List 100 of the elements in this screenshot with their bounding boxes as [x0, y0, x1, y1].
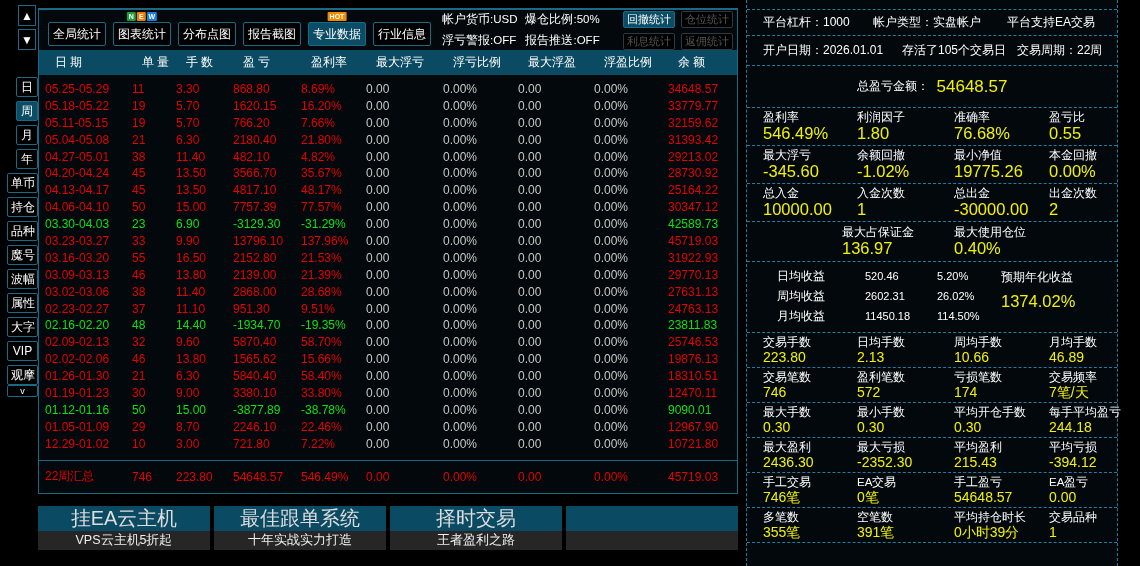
table-cell-text: 04.06-04.10	[45, 199, 111, 217]
side-button[interactable]: 日	[16, 77, 38, 97]
scroll-button[interactable]: ▲	[18, 5, 36, 26]
side-button[interactable]: 魔号	[7, 245, 38, 265]
stat-value: 174	[954, 384, 979, 400]
table-cell-text: 50	[132, 401, 147, 419]
table-cell-text: 19876.13	[668, 351, 720, 369]
table-cell-text: 01.19-01.23	[45, 385, 111, 402]
table-cell-text: 0.00	[518, 114, 543, 132]
table-cell-text: 48.17%	[301, 182, 343, 200]
table-cell-text: 24763.13	[668, 300, 720, 318]
side-button[interactable]: 年	[16, 149, 38, 169]
side-button[interactable]: 大字	[7, 317, 38, 337]
table-cell-text: 33.80%	[301, 385, 343, 402]
table-cell-text: 35.67%	[301, 165, 343, 183]
table-cell-text: 9.60	[176, 334, 201, 352]
table-cell-text: 55	[132, 249, 147, 267]
stat-label: 手工交易	[763, 475, 812, 489]
side-button[interactable]: 月	[16, 125, 38, 145]
table-cell-text: 0.00%	[594, 97, 630, 115]
ad-title[interactable]: 最佳跟单系统	[214, 505, 386, 531]
column-header: 浮亏比例	[452, 54, 502, 71]
table-cell-text: 38	[132, 148, 147, 166]
table-cell-text: 0.00	[366, 266, 391, 284]
table-cell-text: 03.02-03.06	[45, 283, 111, 301]
side-button[interactable]: 单币	[7, 173, 38, 193]
account-info: 交易周期：22周	[1017, 42, 1104, 59]
stat-label: 盈亏比	[1049, 110, 1086, 124]
side-button[interactable]: VIP	[7, 341, 38, 361]
table-cell-text: 0.00%	[594, 216, 630, 234]
table-cell-text: 0.00%	[594, 401, 630, 419]
table-cell-text: 0.00%	[443, 165, 479, 183]
side-button[interactable]: v	[7, 385, 38, 397]
stat-value: 19775.26	[954, 162, 1024, 181]
stat-label: 多笔数	[763, 510, 800, 524]
stat-label: 空笔数	[857, 510, 894, 524]
table-cell-text: 0.00	[518, 317, 543, 335]
table-cell-text: 868.80	[233, 81, 271, 98]
stat-label: 交易笔数	[763, 370, 812, 384]
stat-value: 76.68%	[954, 124, 1011, 143]
column-header: 盈利率	[310, 54, 348, 71]
stat-value: 10000.00	[763, 200, 833, 219]
table-cell-text: 01.12-01.16	[45, 401, 111, 419]
table-cell-text: 14.40	[176, 317, 208, 335]
toolbar-button[interactable]: 分布点图	[178, 22, 236, 46]
table-cell-text: 3380.10	[233, 385, 278, 402]
info-text: 爆仓比例:50%	[525, 12, 600, 27]
table-cell-text: 21.80%	[301, 131, 343, 149]
toolbar-button[interactable]: 报告截图	[243, 22, 301, 46]
stat-button[interactable]: 回撤统计	[623, 10, 675, 28]
ad-title[interactable]: 挂EA云主机	[38, 505, 210, 531]
table-cell-text: 0.00	[518, 233, 543, 250]
ad-title[interactable]: 择时交易	[390, 505, 562, 531]
table-cell-text: 0.00%	[443, 385, 479, 402]
stat-label: 平均盈利	[954, 440, 1003, 454]
toolbar-button[interactable]: 行业信息	[373, 22, 431, 46]
total-value: 54648.57	[936, 76, 1008, 97]
table-cell-text: 5.70	[176, 114, 201, 132]
column-header: 单 量	[141, 54, 171, 71]
table-cell-text: 0.00	[366, 334, 391, 352]
table-cell-text: 0.00%	[443, 317, 479, 335]
table-cell-text: 04.13-04.17	[45, 182, 111, 200]
stat-value: 391笔	[857, 524, 896, 540]
table-cell-text: 0.00	[518, 435, 543, 453]
table-cell-text: 05.04-05.08	[45, 131, 111, 149]
stat-label: 总出金	[954, 186, 991, 200]
table-cell-text: 6.30	[176, 368, 201, 386]
table-cell-text: 6.30	[176, 131, 201, 149]
side-button[interactable]: 属性	[7, 293, 38, 313]
table-cell-text: 0.00%	[594, 182, 630, 200]
table-cell-text: 5840.40	[233, 368, 278, 386]
table-cell-text: 0.00%	[443, 131, 479, 149]
side-button[interactable]: 周	[16, 101, 38, 121]
table-cell-text: 0.00%	[443, 97, 479, 115]
table-cell-text: 05.11-05.15	[45, 114, 110, 132]
column-header: 最大浮盈	[527, 54, 577, 71]
table-cell-text: 32	[132, 334, 147, 352]
table-cell-text: 19	[132, 97, 147, 115]
stat-value: 546.49%	[763, 124, 830, 143]
stat-label: 最大亏损	[857, 440, 906, 454]
side-button[interactable]: 波幅	[7, 269, 38, 289]
toolbar-button[interactable]: 专业数据	[308, 22, 366, 46]
scroll-button[interactable]: ▼	[18, 29, 36, 50]
table-cell-text: 9.51%	[301, 300, 337, 318]
side-button[interactable]: 品种	[7, 221, 38, 241]
toolbar-button[interactable]: 全局统计	[48, 22, 106, 46]
return-percent: 5.20%	[937, 270, 970, 282]
table-cell-text: 13796.10	[233, 233, 285, 250]
stat-label: 最小手数	[857, 405, 906, 419]
toolbar-button[interactable]: 图表统计	[113, 22, 171, 46]
table-cell-text: 0.00%	[594, 233, 630, 250]
side-button[interactable]: 观摩	[7, 365, 38, 385]
return-label: 月均收益	[777, 307, 826, 325]
table-cell-text: 0.00%	[443, 300, 479, 318]
stat-value: 244.18	[1049, 419, 1093, 435]
table-cell-text: 0.00	[518, 300, 543, 318]
table-cell-text: -38.78%	[301, 401, 347, 419]
side-button[interactable]: 持仓	[7, 197, 38, 217]
table-cell-text: 28730.92	[668, 165, 720, 183]
stat-label: 周均手数	[954, 335, 1003, 349]
